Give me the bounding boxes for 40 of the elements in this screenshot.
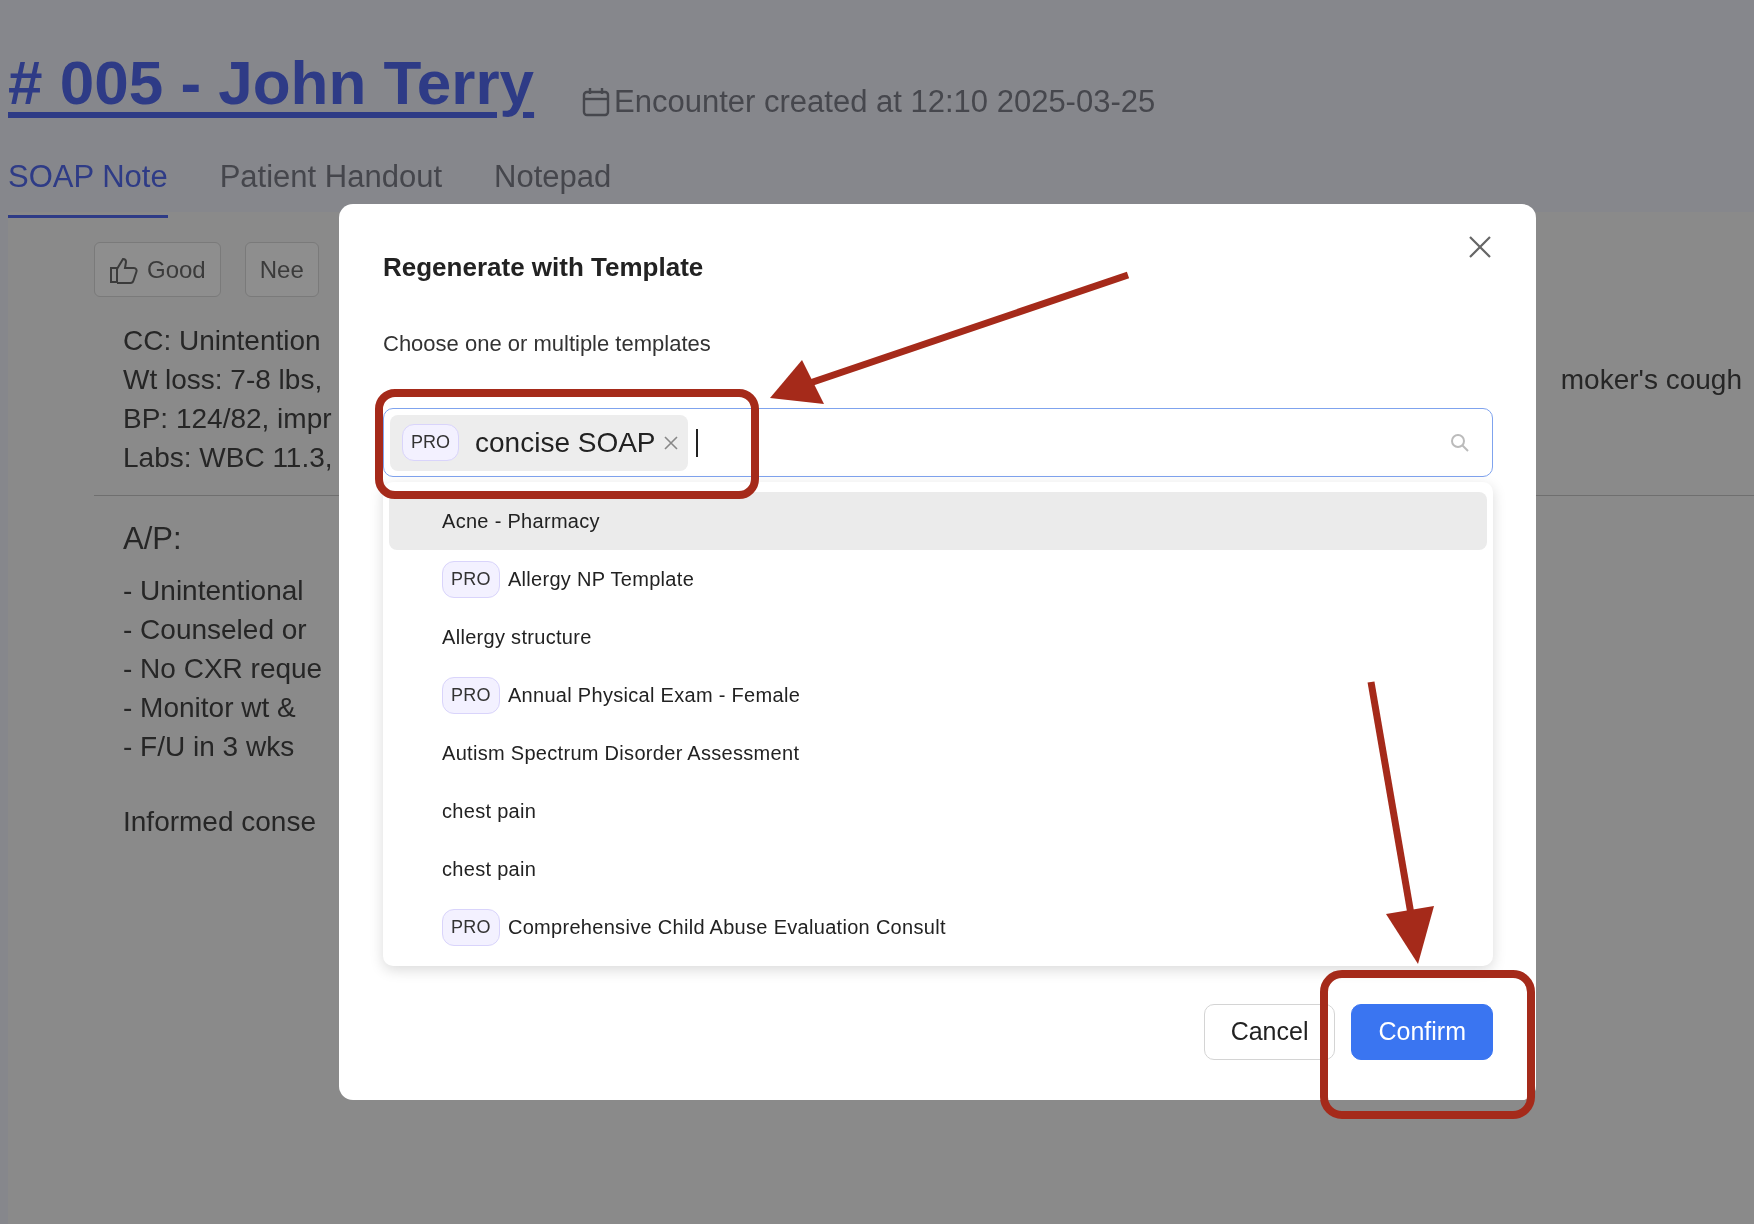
confirm-button[interactable]: Confirm xyxy=(1351,1004,1493,1060)
note-text: - Monitor wt & xyxy=(123,690,296,725)
option-label: Annual Physical Exam - Female xyxy=(507,683,801,708)
tag-label: concise SOAP xyxy=(475,425,656,460)
cancel-button[interactable]: Cancel xyxy=(1203,1004,1336,1060)
note-text: - Unintentional xyxy=(123,573,304,608)
note-text: BP: 124/82, impr xyxy=(123,402,332,436)
note-text: - F/U in 3 wks xyxy=(123,729,295,764)
pro-badge: PRO xyxy=(402,424,459,461)
remove-icon[interactable] xyxy=(663,435,678,450)
dropdown-option[interactable]: PRO Allergy NP Template xyxy=(389,550,1487,608)
pro-badge: PRO xyxy=(442,676,500,714)
pro-badge: PRO xyxy=(442,560,500,598)
dropdown-option[interactable]: Allergy structure xyxy=(389,608,1487,666)
dropdown-option[interactable]: Autism Spectrum Disorder Assessment xyxy=(389,724,1487,782)
dropdown-option[interactable]: PRO Annual Physical Exam - Female xyxy=(389,666,1487,724)
note-text: moker's cough xyxy=(1560,363,1742,397)
dropdown-option[interactable]: Acne - Pharmacy xyxy=(389,492,1487,550)
note-text: Labs: WBC 11.3, xyxy=(123,441,333,475)
close-icon[interactable] xyxy=(1468,235,1492,259)
encounter-timestamp: Encounter created at 12:10 2025-03-25 xyxy=(614,82,1156,121)
search-icon xyxy=(1450,432,1470,453)
dropdown-option[interactable]: chest pain xyxy=(389,782,1487,840)
note-text: - No CXR reque xyxy=(123,651,323,686)
note-text: Informed conse xyxy=(123,804,316,839)
text-cursor xyxy=(695,428,698,457)
option-label: Allergy NP Template xyxy=(507,567,695,592)
note-text: Wt loss: 7-8 lbs, xyxy=(123,363,323,397)
note-text: CC: Unintention xyxy=(123,324,321,358)
thumbs-up-icon xyxy=(109,255,139,284)
pro-badge: PRO xyxy=(442,908,500,946)
option-label: Comprehensive Child Abuse Evaluation Consult xyxy=(507,915,946,940)
dropdown-option[interactable]: PRO Comprehensive Child Abuse Evaluation Consult xyxy=(389,898,1487,956)
template-select[interactable]: PRO concise SOAP xyxy=(383,408,1493,477)
section-heading: A/P: xyxy=(123,520,182,558)
dialog-title: Regenerate with Template xyxy=(383,251,704,284)
dropdown-option[interactable]: chest pain xyxy=(389,840,1487,898)
note-text: - Counseled or xyxy=(123,612,307,647)
calendar-icon xyxy=(582,86,611,117)
prompt-text: Choose one or multiple templates xyxy=(383,330,712,358)
